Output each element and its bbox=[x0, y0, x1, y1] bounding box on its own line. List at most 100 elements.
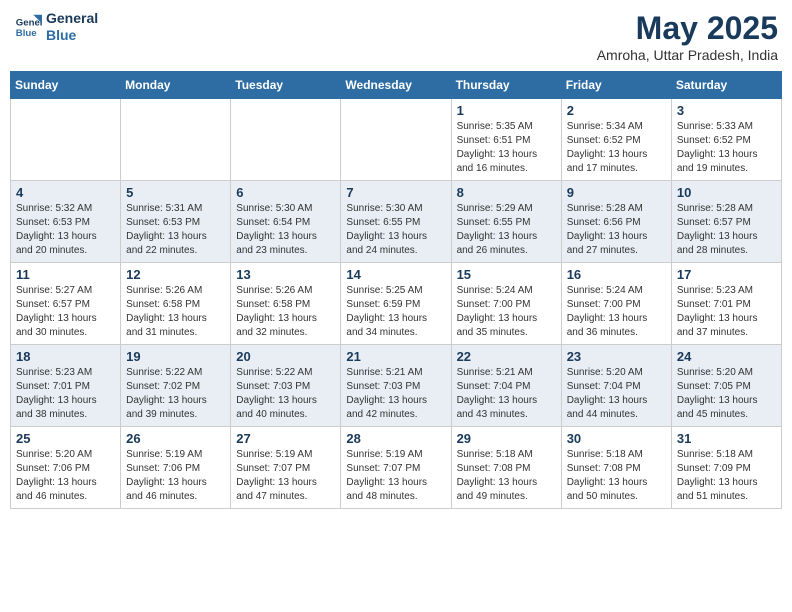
day-info: Sunrise: 5:21 AM Sunset: 7:03 PM Dayligh… bbox=[346, 366, 445, 422]
day-number: 10 bbox=[677, 185, 776, 200]
table-row: 29 Sunrise: 5:18 AM Sunset: 7:08 PM Dayli… bbox=[451, 427, 561, 509]
table-row bbox=[121, 99, 231, 181]
day-info: Sunrise: 5:23 AM Sunset: 7:01 PM Dayligh… bbox=[677, 284, 776, 340]
month-title: May 2025 bbox=[597, 10, 778, 47]
day-info: Sunrise: 5:27 AM Sunset: 6:57 PM Dayligh… bbox=[16, 284, 115, 340]
day-info: Sunrise: 5:20 AM Sunset: 7:06 PM Dayligh… bbox=[16, 448, 115, 504]
day-number: 28 bbox=[346, 431, 445, 446]
col-wednesday: Wednesday bbox=[341, 72, 451, 99]
col-monday: Monday bbox=[121, 72, 231, 99]
day-number: 27 bbox=[236, 431, 335, 446]
day-number: 14 bbox=[346, 267, 445, 282]
location: Amroha, Uttar Pradesh, India bbox=[597, 47, 778, 63]
table-row: 13 Sunrise: 5:26 AM Sunset: 6:58 PM Dayli… bbox=[231, 263, 341, 345]
title-block: May 2025 Amroha, Uttar Pradesh, India bbox=[597, 10, 778, 63]
table-row: 15 Sunrise: 5:24 AM Sunset: 7:00 PM Dayli… bbox=[451, 263, 561, 345]
table-row bbox=[231, 99, 341, 181]
table-row: 30Sunrise: 5:18 AM Sunset: 7:08 PM Dayli… bbox=[561, 427, 671, 509]
day-number: 6 bbox=[236, 185, 335, 200]
day-number: 12 bbox=[126, 267, 225, 282]
day-number: 15 bbox=[457, 267, 556, 282]
day-number: 31 bbox=[677, 431, 776, 446]
day-number: 17 bbox=[677, 267, 776, 282]
table-row: 7 Sunrise: 5:30 AM Sunset: 6:55 PM Daylig… bbox=[341, 181, 451, 263]
calendar-table: Sunday Monday Tuesday Wednesday Thursday… bbox=[10, 71, 782, 509]
table-row: 28 Sunrise: 5:19 AM Sunset: 7:07 PM Dayli… bbox=[341, 427, 451, 509]
day-info: Sunrise: 5:30 AM Sunset: 6:54 PM Dayligh… bbox=[236, 202, 335, 258]
calendar-week-row: 11 Sunrise: 5:27 AM Sunset: 6:57 PM Dayli… bbox=[11, 263, 782, 345]
table-row: 2 Sunrise: 5:34 AM Sunset: 6:52 PM Daylig… bbox=[561, 99, 671, 181]
day-number: 19 bbox=[126, 349, 225, 364]
day-number: 8 bbox=[457, 185, 556, 200]
table-row: 17 Sunrise: 5:23 AM Sunset: 7:01 PM Dayli… bbox=[671, 263, 781, 345]
table-row: 22 Sunrise: 5:21 AM Sunset: 7:04 PM Dayli… bbox=[451, 345, 561, 427]
table-row: 14Sunrise: 5:25 AM Sunset: 6:59 PM Dayli… bbox=[341, 263, 451, 345]
day-info: Sunrise: 5:22 AM Sunset: 7:03 PM Dayligh… bbox=[236, 366, 335, 422]
day-number: 22 bbox=[457, 349, 556, 364]
svg-text:Blue: Blue bbox=[16, 28, 37, 39]
table-row: 31 Sunrise: 5:18 AM Sunset: 7:09 PM Dayli… bbox=[671, 427, 781, 509]
day-number: 24 bbox=[677, 349, 776, 364]
table-row: 1 Sunrise: 5:35 AM Sunset: 6:51 PM Daylig… bbox=[451, 99, 561, 181]
day-info: Sunrise: 5:34 AM Sunset: 6:52 PM Dayligh… bbox=[567, 120, 666, 176]
day-number: 16 bbox=[567, 267, 666, 282]
day-number: 11 bbox=[16, 267, 115, 282]
day-number: 3 bbox=[677, 103, 776, 118]
day-number: 7 bbox=[346, 185, 445, 200]
table-row: 21Sunrise: 5:21 AM Sunset: 7:03 PM Dayli… bbox=[341, 345, 451, 427]
day-info: Sunrise: 5:19 AM Sunset: 7:07 PM Dayligh… bbox=[236, 448, 335, 504]
day-info: Sunrise: 5:32 AM Sunset: 6:53 PM Dayligh… bbox=[16, 202, 115, 258]
day-number: 1 bbox=[457, 103, 556, 118]
calendar-week-row: 1 Sunrise: 5:35 AM Sunset: 6:51 PM Daylig… bbox=[11, 99, 782, 181]
day-number: 18 bbox=[16, 349, 115, 364]
table-row: 6 Sunrise: 5:30 AM Sunset: 6:54 PM Daylig… bbox=[231, 181, 341, 263]
day-info: Sunrise: 5:19 AM Sunset: 7:07 PM Dayligh… bbox=[346, 448, 445, 504]
table-row: 8 Sunrise: 5:29 AM Sunset: 6:55 PM Daylig… bbox=[451, 181, 561, 263]
table-row: 23 Sunrise: 5:20 AM Sunset: 7:04 PM Dayli… bbox=[561, 345, 671, 427]
day-info: Sunrise: 5:33 AM Sunset: 6:52 PM Dayligh… bbox=[677, 120, 776, 176]
day-info: Sunrise: 5:19 AM Sunset: 7:06 PM Dayligh… bbox=[126, 448, 225, 504]
table-row: 16 Sunrise: 5:24 AM Sunset: 7:00 PM Dayli… bbox=[561, 263, 671, 345]
day-info: Sunrise: 5:29 AM Sunset: 6:55 PM Dayligh… bbox=[457, 202, 556, 258]
calendar-week-row: 25 Sunrise: 5:20 AM Sunset: 7:06 PM Dayli… bbox=[11, 427, 782, 509]
day-info: Sunrise: 5:26 AM Sunset: 6:58 PM Dayligh… bbox=[126, 284, 225, 340]
day-number: 26 bbox=[126, 431, 225, 446]
table-row: 25 Sunrise: 5:20 AM Sunset: 7:06 PM Dayli… bbox=[11, 427, 121, 509]
table-row: 11 Sunrise: 5:27 AM Sunset: 6:57 PM Dayli… bbox=[11, 263, 121, 345]
day-number: 25 bbox=[16, 431, 115, 446]
day-info: Sunrise: 5:24 AM Sunset: 7:00 PM Dayligh… bbox=[567, 284, 666, 340]
table-row bbox=[341, 99, 451, 181]
day-info: Sunrise: 5:35 AM Sunset: 6:51 PM Dayligh… bbox=[457, 120, 556, 176]
day-number: 23 bbox=[567, 349, 666, 364]
day-info: Sunrise: 5:20 AM Sunset: 7:04 PM Dayligh… bbox=[567, 366, 666, 422]
table-row: 12 Sunrise: 5:26 AM Sunset: 6:58 PM Dayli… bbox=[121, 263, 231, 345]
day-number: 20 bbox=[236, 349, 335, 364]
col-sunday: Sunday bbox=[11, 72, 121, 99]
table-row: 4 Sunrise: 5:32 AM Sunset: 6:53 PM Daylig… bbox=[11, 181, 121, 263]
table-row: 3 Sunrise: 5:33 AM Sunset: 6:52 PM Daylig… bbox=[671, 99, 781, 181]
day-number: 2 bbox=[567, 103, 666, 118]
calendar-week-row: 4 Sunrise: 5:32 AM Sunset: 6:53 PM Daylig… bbox=[11, 181, 782, 263]
day-number: 29 bbox=[457, 431, 556, 446]
calendar-week-row: 18Sunrise: 5:23 AM Sunset: 7:01 PM Dayli… bbox=[11, 345, 782, 427]
table-row: 20 Sunrise: 5:22 AM Sunset: 7:03 PM Dayli… bbox=[231, 345, 341, 427]
day-info: Sunrise: 5:18 AM Sunset: 7:08 PM Dayligh… bbox=[457, 448, 556, 504]
day-number: 4 bbox=[16, 185, 115, 200]
logo-line2: Blue bbox=[46, 27, 98, 44]
col-thursday: Thursday bbox=[451, 72, 561, 99]
day-info: Sunrise: 5:26 AM Sunset: 6:58 PM Dayligh… bbox=[236, 284, 335, 340]
day-info: Sunrise: 5:24 AM Sunset: 7:00 PM Dayligh… bbox=[457, 284, 556, 340]
table-row: 10Sunrise: 5:28 AM Sunset: 6:57 PM Dayli… bbox=[671, 181, 781, 263]
table-row: 27 Sunrise: 5:19 AM Sunset: 7:07 PM Dayli… bbox=[231, 427, 341, 509]
table-row: 9Sunrise: 5:28 AM Sunset: 6:56 PM Daylig… bbox=[561, 181, 671, 263]
day-number: 13 bbox=[236, 267, 335, 282]
day-info: Sunrise: 5:30 AM Sunset: 6:55 PM Dayligh… bbox=[346, 202, 445, 258]
day-info: Sunrise: 5:18 AM Sunset: 7:09 PM Dayligh… bbox=[677, 448, 776, 504]
table-row: 5Sunrise: 5:31 AM Sunset: 6:53 PM Daylig… bbox=[121, 181, 231, 263]
table-row: 19Sunrise: 5:22 AM Sunset: 7:02 PM Dayli… bbox=[121, 345, 231, 427]
day-info: Sunrise: 5:21 AM Sunset: 7:04 PM Dayligh… bbox=[457, 366, 556, 422]
day-info: Sunrise: 5:18 AM Sunset: 7:08 PM Dayligh… bbox=[567, 448, 666, 504]
table-row: 24Sunrise: 5:20 AM Sunset: 7:05 PM Dayli… bbox=[671, 345, 781, 427]
table-row: 26 Sunrise: 5:19 AM Sunset: 7:06 PM Dayli… bbox=[121, 427, 231, 509]
table-row bbox=[11, 99, 121, 181]
